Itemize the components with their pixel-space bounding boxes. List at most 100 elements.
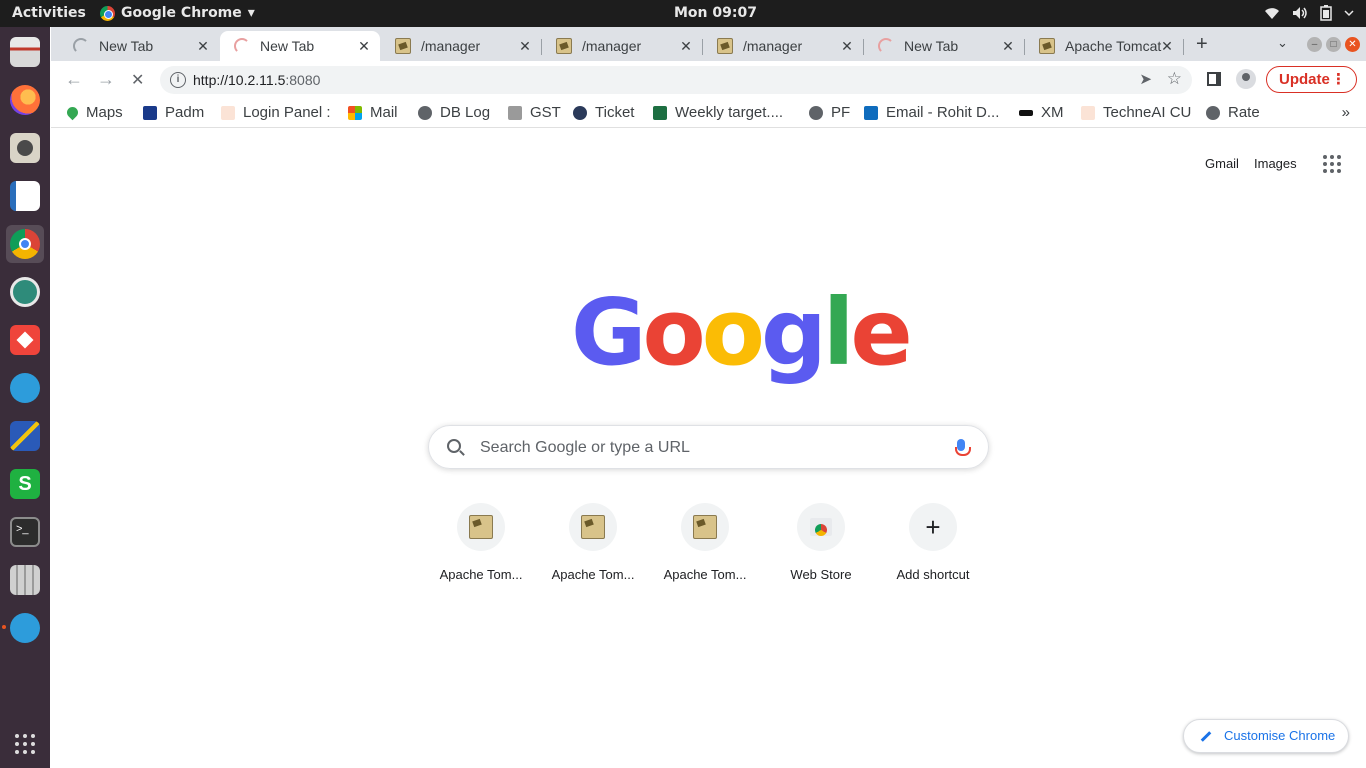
dock-show-apps[interactable] (6, 725, 44, 763)
activities-button[interactable]: Activities (12, 5, 86, 21)
bookmark-label: Login Panel : (243, 104, 331, 121)
dock-files[interactable] (6, 33, 44, 71)
tab-5[interactable]: /manager ✕ (703, 31, 864, 61)
images-link[interactable]: Images (1254, 156, 1297, 171)
tomcat-icon (469, 515, 493, 539)
bookmark-ticket[interactable]: Ticket (573, 104, 634, 121)
tab-title: New Tab (260, 38, 315, 54)
tab-4[interactable]: /manager ✕ (542, 31, 703, 61)
customise-chrome-button[interactable]: Customise Chrome (1183, 719, 1349, 753)
url-text[interactable]: http://10.2.11.5:8080 (193, 72, 320, 88)
dock-firefox[interactable] (6, 81, 44, 119)
tomcat-icon (556, 38, 572, 54)
microphone-icon[interactable] (955, 439, 971, 456)
google-apps-icon[interactable] (1323, 155, 1341, 173)
address-bar[interactable]: i http://10.2.11.5:8080 ➤ ☆ (160, 66, 1192, 94)
minimize-button[interactable]: – (1307, 37, 1322, 52)
bookmark-label: XM (1041, 104, 1064, 121)
shortcut-tile[interactable]: Apache Tom... (537, 503, 649, 593)
send-to-devices-icon[interactable]: ➤ (1139, 70, 1152, 88)
url-host: http://10.2.11.5 (193, 72, 286, 88)
tab-6[interactable]: New Tab ✕ (864, 31, 1025, 61)
shortcut-icon-circle (681, 503, 729, 551)
phone-icon (10, 613, 40, 643)
bookmark-gst[interactable]: GST (508, 104, 561, 121)
logo-letter: g (760, 279, 827, 386)
system-top-bar: Activities Google Chrome ▾ Mon 09:07 (0, 0, 1366, 27)
bookmark-xm[interactable]: XM (1019, 104, 1064, 121)
tab-title: New Tab (99, 38, 154, 54)
system-tray[interactable] (1264, 5, 1354, 21)
tab-3[interactable]: /manager ✕ (381, 31, 542, 61)
tomcat-icon (693, 515, 717, 539)
bookmark-padm[interactable]: Padm (143, 104, 204, 121)
dock-phone[interactable] (6, 369, 44, 407)
gmail-link[interactable]: Gmail (1205, 156, 1239, 171)
window-close-button[interactable]: ✕ (1345, 37, 1360, 52)
tab-1[interactable]: New Tab ✕ (59, 31, 219, 61)
forward-button[interactable]: → (97, 69, 115, 90)
dock-rhythmbox[interactable] (6, 129, 44, 167)
tab-2[interactable]: New Tab ✕ (220, 31, 380, 61)
bookmark-label: DB Log (440, 104, 491, 121)
tab-search-button[interactable]: ⌄ (1277, 35, 1288, 51)
shortcut-tile[interactable]: Apache Tom... (649, 503, 761, 593)
dock-anydesk[interactable] (6, 321, 44, 359)
bookmark-email[interactable]: Email - Rohit D... (864, 104, 999, 121)
bookmarks-overflow-button[interactable]: » (1342, 104, 1350, 121)
tomcat-icon (1039, 38, 1055, 54)
bookmark-login-panel[interactable]: Login Panel : (221, 104, 331, 121)
dock-chrome[interactable] (6, 225, 44, 263)
close-icon[interactable]: ✕ (678, 38, 694, 55)
close-icon[interactable]: ✕ (356, 38, 372, 55)
back-button[interactable]: ← (65, 69, 83, 90)
side-panel-icon[interactable] (1207, 72, 1221, 86)
close-icon[interactable]: ✕ (1000, 38, 1016, 55)
bookmark-maps[interactable]: Maps (64, 104, 123, 121)
spinner-icon (878, 38, 894, 54)
refresh-circle-icon (10, 277, 40, 307)
logo-letter: e (850, 279, 912, 386)
logo-letter: G (571, 279, 646, 386)
tab-7[interactable]: Apache Tomcat ✕ (1025, 31, 1184, 61)
bookmark-weekly-target[interactable]: Weekly target.... (653, 104, 783, 121)
search-box[interactable]: Search Google or type a URL (428, 425, 989, 469)
browser-toolbar: ← → ✕ i http://10.2.11.5:8080 ➤ ☆ Update… (51, 61, 1366, 98)
close-icon[interactable]: ✕ (195, 38, 211, 55)
bookmark-db-log[interactable]: DB Log (418, 104, 490, 121)
bookmark-pf[interactable]: PF (809, 104, 850, 121)
dock-terminal[interactable]: >_ (6, 513, 44, 551)
app-menu[interactable]: Google Chrome ▾ (100, 5, 255, 21)
stop-loading-button[interactable]: ✕ (131, 70, 144, 90)
phone-icon (10, 373, 40, 403)
dock-app-s[interactable]: S (6, 465, 44, 503)
xm-icon (1019, 109, 1033, 116)
dock-writer[interactable] (6, 177, 44, 215)
profile-avatar[interactable] (1236, 69, 1256, 89)
close-icon[interactable]: ✕ (839, 38, 855, 55)
shortcut-tile[interactable]: Apache Tom... (425, 503, 537, 593)
dock-network-tool[interactable] (6, 417, 44, 455)
maximize-button[interactable]: □ (1326, 37, 1341, 52)
update-label: Update (1279, 71, 1330, 88)
shortcut-tile-web-store[interactable]: Web Store (765, 503, 877, 593)
dock-calculator[interactable] (6, 561, 44, 599)
pencil-icon (1200, 731, 1212, 742)
logo-letter: o (642, 279, 706, 386)
update-button[interactable]: Update ⋮ (1266, 66, 1357, 93)
site-info-icon[interactable]: i (170, 72, 186, 88)
bookmark-rate[interactable]: Rate (1206, 104, 1260, 121)
dock-app-green[interactable] (6, 273, 44, 311)
volume-icon (1293, 7, 1307, 19)
bookmark-techneai[interactable]: TechneAI CU (1081, 104, 1191, 121)
bookmark-star-icon[interactable]: ☆ (1167, 69, 1182, 89)
new-tab-button[interactable]: + (1196, 33, 1208, 56)
chrome-icon (100, 5, 115, 21)
bookmark-mail[interactable]: Mail (348, 104, 398, 121)
dock-phone-2[interactable] (6, 609, 44, 647)
globe-icon (809, 105, 823, 120)
close-icon[interactable]: ✕ (1159, 38, 1175, 55)
close-icon[interactable]: ✕ (517, 38, 533, 55)
clock[interactable]: Mon 09:07 (674, 5, 757, 21)
add-shortcut-tile[interactable]: + Add shortcut (877, 503, 989, 593)
